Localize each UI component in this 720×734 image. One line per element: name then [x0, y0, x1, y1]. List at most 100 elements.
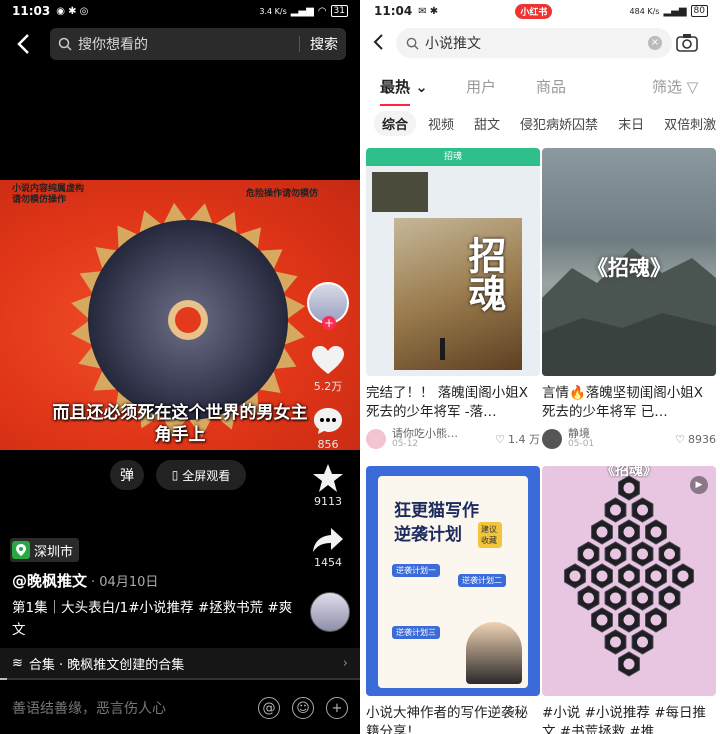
video-description[interactable]: 第1集｜大头表白/1#小说推荐 #拯救书荒 #爽文: [12, 597, 297, 641]
back-icon[interactable]: [370, 32, 386, 52]
category-chips: 综合 视频 甜文 侵犯病娇囚禁 末日 双倍刺激: [362, 110, 720, 136]
note-title: 完结了！！ 落魄闺阁小姐X死去的少年将军 -落…: [366, 385, 529, 420]
clear-icon[interactable]: ×: [648, 36, 662, 50]
chip-doomsday[interactable]: 末日: [610, 111, 652, 136]
tab-goods[interactable]: 商品: [536, 76, 566, 97]
douyin-screen: 11:03 ◉ ✱ ◎ 3.4 K/s ▂▄▆ ◠ 31 搜你想看的 搜索 小说…: [0, 0, 360, 734]
cover-poster: 招魂: [394, 218, 522, 370]
layers-icon: ≋: [12, 655, 23, 671]
danmu-toggle[interactable]: 弹: [110, 460, 144, 490]
fullscreen-icon: ▯: [171, 468, 179, 482]
search-input[interactable]: 搜你想看的: [78, 34, 289, 54]
cover-title: 《招魂》: [587, 255, 671, 280]
search-input[interactable]: 小说推文: [425, 33, 648, 53]
cover-line-2: 逆袭计划: [394, 525, 462, 545]
camera-icon[interactable]: [676, 33, 698, 53]
chip-sweet[interactable]: 甜文: [466, 111, 508, 136]
status-time: 11:03: [12, 4, 51, 18]
battery-icon: 31: [330, 5, 348, 17]
music-avatar[interactable]: [310, 592, 350, 632]
like-action[interactable]: 5.2万: [311, 346, 345, 394]
tab-hot[interactable]: 最热 ⌄: [380, 76, 428, 106]
location-tag[interactable]: 深圳市: [10, 538, 80, 562]
note-title: 言情🔥落魄坚韧闺阁小姐X死去的少年将军 已…: [542, 385, 704, 420]
emoji-icon[interactable]: ☺: [292, 697, 314, 719]
chip-video[interactable]: 视频: [420, 111, 462, 136]
search-bar[interactable]: 小说推文 ×: [396, 28, 672, 58]
cover-person-photo: [466, 622, 522, 684]
collection-label: 合集 · 晚枫推文创建的合集: [28, 657, 185, 673]
status-icons: 3.4 K/s ▂▄▆ ◠ 31: [259, 5, 348, 17]
chip-double[interactable]: 双倍刺激: [656, 111, 720, 136]
note-date: 05-12: [392, 439, 419, 449]
like-count: 1.4 万: [508, 433, 540, 446]
signal-icon: ▂▄▆: [290, 5, 314, 17]
mention-icon[interactable]: @: [258, 697, 280, 719]
chip-all[interactable]: 综合: [374, 110, 417, 136]
note-meta: 静境 05-01 ♡ 8936: [542, 428, 716, 450]
author-name[interactable]: 静境 05-01: [568, 428, 675, 450]
hex-nuts-image: [564, 475, 694, 677]
like-button[interactable]: ♡ 8936: [675, 433, 716, 446]
favorite-action[interactable]: 9113: [312, 463, 344, 508]
signal-icon: ▂▄▆: [663, 5, 687, 17]
action-rail: + 5.2万 856 9113 1454: [304, 282, 352, 569]
cover-tag: 建议收藏: [478, 522, 502, 548]
battery-icon: 80: [690, 5, 708, 17]
search-button[interactable]: 搜索: [310, 34, 338, 54]
chip-yandere[interactable]: 侵犯病娇囚禁: [512, 111, 606, 136]
author-name[interactable]: 请你吃小熊… 05-12: [392, 428, 495, 450]
tab-user[interactable]: 用户: [466, 76, 496, 97]
note-card[interactable]: 招魂 招魂 完结了！！ 落魄闺阁小姐X死去的少年将军 -落… 请你吃小熊… 05-…: [366, 148, 540, 450]
note-cover: 狂更猫写作 逆袭计划 建议收藏 逆袭计划一 逆袭计划二 逆袭计划三: [366, 466, 540, 696]
comment-actions: @ ☺ +: [258, 697, 348, 719]
location-pin-icon: [12, 541, 30, 559]
video-watermark-right: 危险操作请勿模仿: [245, 189, 318, 199]
cover-figure: [440, 338, 445, 360]
location-label: 深圳市: [34, 544, 74, 560]
post-date: · 04月10日: [91, 575, 159, 590]
xiaohongshu-screen: 11:04 ✉ ✱ 小红书 484 K/s ▂▄▆ 80 小说推文 × 最热 ⌄…: [362, 0, 720, 734]
cover-paper: 狂更猫写作 逆袭计划 建议收藏 逆袭计划一 逆袭计划二 逆袭计划三: [378, 476, 528, 688]
fullscreen-button[interactable]: ▯ 全屏观看: [156, 460, 246, 490]
video-progress-bar[interactable]: [0, 678, 360, 680]
cover-plan-2: 逆袭计划二: [458, 574, 506, 587]
heart-outline-icon: ♡: [495, 432, 505, 446]
filter-icon: ▽: [686, 77, 699, 96]
cover-big-title: 招魂: [462, 236, 507, 312]
author-avatar[interactable]: [366, 429, 386, 449]
net-speed: 3.4 K/s: [259, 6, 287, 16]
search-icon: [406, 37, 419, 50]
notification-icons: ◉ ✱ ◎: [56, 5, 89, 17]
comment-action[interactable]: 856: [312, 406, 344, 451]
filter-button[interactable]: 筛选 ▽: [652, 76, 698, 97]
note-cover: 《招魂》: [542, 148, 716, 376]
share-icon: [313, 528, 343, 552]
note-card[interactable]: 狂更猫写作 逆袭计划 建议收藏 逆袭计划一 逆袭计划二 逆袭计划三 小说大神作者…: [366, 466, 540, 734]
note-title: 小说大神作者的写作逆袭秘籍分享！: [366, 705, 528, 734]
collection-bar[interactable]: ≋ 合集 · 晚枫推文创建的合集 ›: [0, 648, 360, 678]
note-card[interactable]: 《招魂》 ▶ #小说 #小说推荐 #每日推文 #书荒拯救 #推…: [542, 466, 716, 734]
share-action[interactable]: 1454: [312, 526, 344, 569]
app-badge: 小红书: [515, 3, 553, 19]
follow-plus-icon[interactable]: +: [322, 316, 336, 330]
plus-icon[interactable]: +: [326, 697, 348, 719]
like-count: 5.2万: [313, 380, 343, 393]
author-name[interactable]: @晚枫推文: [12, 572, 87, 590]
back-icon[interactable]: [14, 32, 34, 56]
like-button[interactable]: ♡ 1.4 万: [495, 431, 540, 447]
note-card[interactable]: 《招魂》 言情🔥落魄坚韧闺阁小姐X死去的少年将军 已… 静境 05-01 ♡ 893…: [542, 148, 716, 450]
status-icons: 484 K/s ▂▄▆ 80: [630, 5, 708, 17]
author-avatar[interactable]: [542, 429, 562, 449]
note-date: 05-01: [568, 439, 595, 449]
search-bar[interactable]: 搜你想看的 搜索: [50, 28, 346, 60]
status-time: 11:04: [374, 4, 413, 18]
comment-input[interactable]: 善语结善缘，恶言伤人心: [12, 698, 166, 718]
cover-plan-1: 逆袭计划一: [392, 564, 440, 577]
note-meta: 请你吃小熊… 05-12 ♡ 1.4 万: [366, 428, 540, 450]
creator-avatar[interactable]: +: [307, 282, 349, 330]
notification-icons: ✉ ✱: [418, 5, 439, 17]
video-play-icon: ▶: [690, 476, 708, 494]
share-count: 1454: [314, 556, 342, 569]
note-title: #小说 #小说推荐 #每日推文 #书荒拯救 #推…: [542, 705, 707, 734]
